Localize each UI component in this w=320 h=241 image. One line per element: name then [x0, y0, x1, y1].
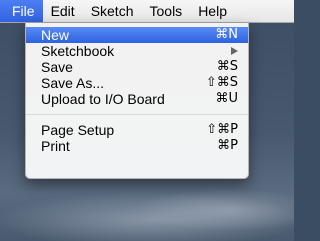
menu-item-shortcut: ⇧⌘P [206, 122, 238, 137]
menu-item-shortcut: ⌘S [216, 59, 238, 74]
menu-item-page-setup[interactable]: Page Setup ⇧⌘P [26, 122, 248, 138]
menu-item-sketchbook[interactable]: Sketchbook [26, 43, 248, 59]
menu-item-label: Upload to I/O Board [41, 91, 165, 107]
menu-item-label: New [41, 27, 70, 43]
menu-item-upload[interactable]: Upload to I/O Board ⌘U [26, 91, 248, 107]
menu-separator [26, 114, 248, 115]
menu-bar: File Edit Sketch Tools Help [0, 0, 294, 23]
menu-item-label: Sketchbook [41, 43, 115, 59]
file-menu-dropdown: New ⌘N Sketchbook Save ⌘S Save As... ⇧⌘S… [25, 23, 249, 179]
menu-help[interactable]: Help [190, 0, 235, 22]
menu-item-shortcut: ⇧⌘S [205, 75, 238, 90]
menu-item-shortcut: ⌘U [215, 91, 238, 106]
menu-item-label: Save [41, 59, 73, 75]
menu-file[interactable]: File [0, 0, 43, 22]
menu-item-shortcut: ⌘N [215, 27, 238, 42]
menu-item-label: Page Setup [41, 122, 115, 138]
menu-item-save-as[interactable]: Save As... ⇧⌘S [26, 75, 248, 91]
menu-item-new[interactable]: New ⌘N [26, 27, 248, 43]
submenu-arrow-icon [231, 47, 238, 55]
menu-item-save[interactable]: Save ⌘S [26, 59, 248, 75]
menu-item-label: Save As... [41, 75, 105, 91]
menu-edit[interactable]: Edit [43, 0, 83, 22]
menu-sketch[interactable]: Sketch [83, 0, 142, 22]
menu-item-print[interactable]: Print ⌘P [26, 138, 248, 154]
menu-item-shortcut: ⌘P [217, 138, 238, 153]
menu-tools[interactable]: Tools [142, 0, 191, 22]
menu-item-label: Print [41, 138, 70, 154]
